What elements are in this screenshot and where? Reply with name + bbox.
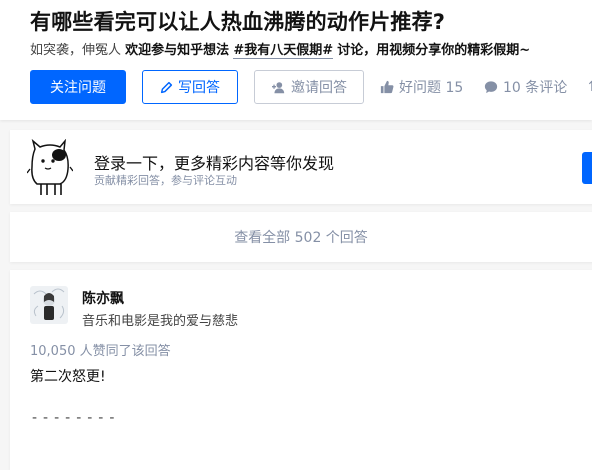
question-title: 有哪些看完可以让人热血沸腾的动作片推荐? <box>30 10 446 34</box>
question-actions: 关注问题 写回答 邀请回答 好问题 15 10 条评论 ↑ <box>30 70 592 104</box>
avatar[interactable] <box>30 286 68 324</box>
question-detail-invite: 欢迎参与知乎想法 <box>125 43 230 58</box>
follow-question-button[interactable]: 关注问题 <box>30 70 126 104</box>
question-detail-prefix: 如突袭，伸冤人 <box>30 43 122 58</box>
invite-answer-button[interactable]: 邀请回答 <box>254 70 364 104</box>
hashtag-link[interactable]: #我有八天假期# <box>233 43 334 59</box>
answer-card: 陈亦飘 音乐和电影是我的爱与慈悲 10,050 人赞同了该回答 第二次怒更! -… <box>10 270 592 470</box>
pencil-icon <box>160 81 173 93</box>
thumbs-up-icon <box>380 80 394 94</box>
share-icon: ↑ <box>586 79 592 95</box>
answer-divider: -------- <box>32 410 121 426</box>
answer-text: 第二次怒更! <box>30 369 106 385</box>
mascot-icon <box>27 139 73 195</box>
view-all-answers-card: 查看全部 502 个回答 <box>10 212 592 262</box>
share-button[interactable]: ↑ <box>586 70 592 104</box>
login-button[interactable] <box>582 152 592 184</box>
login-banner[interactable]: 登录一下，更多精彩内容等你发现 贡献精彩回答，参与评论互动 <box>10 130 592 204</box>
author-name[interactable]: 陈亦飘 <box>82 288 124 308</box>
author-bio: 音乐和电影是我的爱与慈悲 <box>82 314 239 329</box>
comment-bubble-icon <box>484 81 498 94</box>
follow-question-label: 关注问题 <box>50 80 106 96</box>
question-detail-suffix: 讨论，用视频分享你的精彩假期~ <box>337 43 531 58</box>
login-banner-title: 登录一下，更多精彩内容等你发现 <box>94 154 335 173</box>
good-question-button[interactable]: 好问题 15 <box>380 70 463 104</box>
write-answer-label: 写回答 <box>178 80 220 96</box>
question-detail: 如突袭，伸冤人 欢迎参与知乎想法 #我有八天假期# 讨论，用视频分享你的精彩假期… <box>30 39 531 59</box>
comments-button[interactable]: 10 条评论 <box>484 70 567 104</box>
write-answer-button[interactable]: 写回答 <box>142 70 238 104</box>
invite-answer-label: 邀请回答 <box>291 80 347 96</box>
login-banner-subtitle: 贡献精彩回答，参与评论互动 <box>94 174 237 187</box>
view-all-answers-button[interactable]: 查看全部 502 个回答 <box>10 212 592 262</box>
good-question-label: 好问题 15 <box>399 80 464 96</box>
comments-label: 10 条评论 <box>503 80 568 96</box>
question-header: 有哪些看完可以让人热血沸腾的动作片推荐? 如突袭，伸冤人 欢迎参与知乎想法 #我… <box>0 0 592 120</box>
invite-user-icon <box>272 81 285 93</box>
vote-count: 10,050 人赞同了该回答 <box>30 344 171 359</box>
